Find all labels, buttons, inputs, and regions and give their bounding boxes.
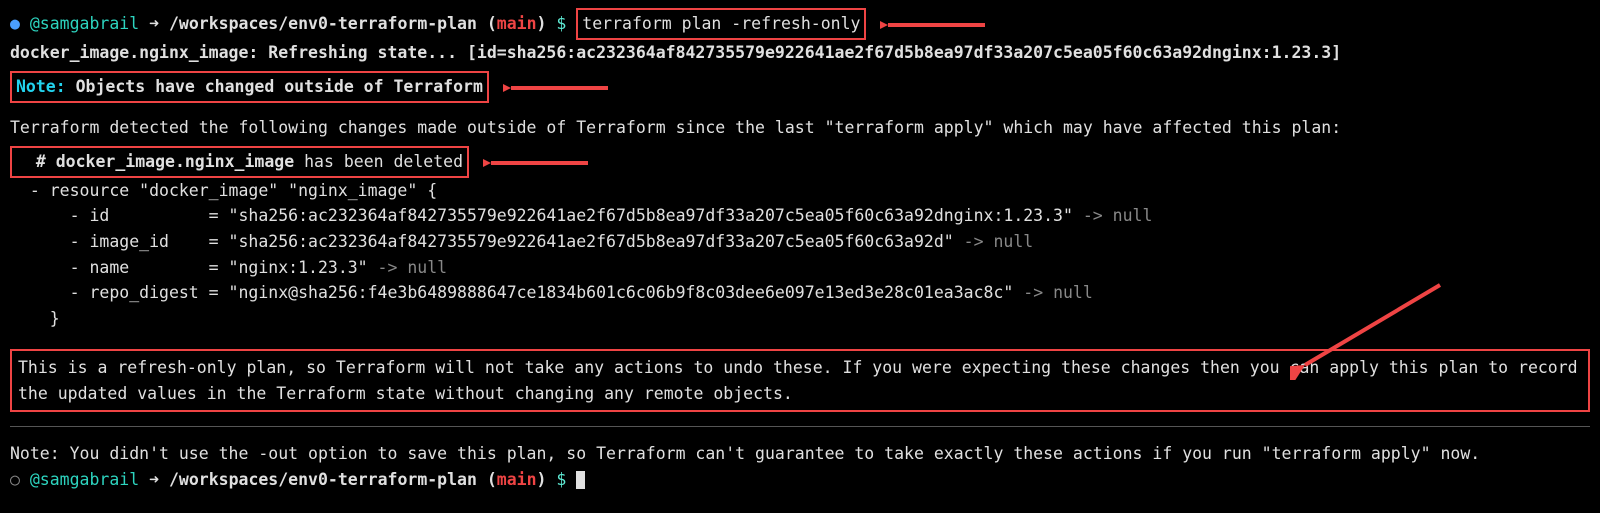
- refresh-state-line: docker_image.nginx_image: Refreshing sta…: [10, 40, 1590, 66]
- annotation-arrow-icon: [483, 153, 593, 173]
- terraform-command: terraform plan -refresh-only: [582, 14, 860, 33]
- deleted-resource-line: # docker_image.nginx_image has been dele…: [10, 146, 1590, 178]
- annotation-arrow-icon: [1290, 280, 1450, 380]
- command-highlight-box: terraform plan -refresh-only: [576, 8, 866, 40]
- deleted-suffix: has been deleted: [294, 152, 463, 171]
- divider: [10, 426, 1590, 427]
- deleted-highlight-box: # docker_image.nginx_image has been dele…: [10, 146, 469, 178]
- attr-id-line: - id = "sha256:ac232364af842735579e92264…: [10, 203, 1590, 229]
- status-bullet: ○: [10, 470, 20, 489]
- prompt-arrow-icon: ➜: [149, 14, 159, 33]
- note-text: Objects have changed outside of Terrafor…: [66, 77, 483, 96]
- prompt-line-2[interactable]: ○ @samgabrail ➜ /workspaces/env0-terrafo…: [10, 467, 1590, 493]
- deleted-resource-name: # docker_image.nginx_image: [16, 152, 294, 171]
- prompt-path: /workspaces/env0-terraform-plan: [169, 14, 477, 33]
- out-option-note: Note: You didn't use the -out option to …: [10, 441, 1590, 467]
- annotation-arrow-icon: [503, 78, 613, 98]
- note-prefix: Note:: [16, 77, 66, 96]
- attr-image-id-line: - image_id = "sha256:ac232364af842735579…: [10, 229, 1590, 255]
- branch-open: (: [487, 14, 497, 33]
- attr-name-line: - name = "nginx:1.23.3" -> null: [10, 255, 1590, 281]
- note-highlight-box: Note: Objects have changed outside of Te…: [10, 71, 489, 103]
- prompt-dollar: $: [556, 470, 566, 489]
- prompt-branch: main: [497, 470, 537, 489]
- branch-close: ): [537, 470, 547, 489]
- annotation-arrow-icon: [880, 15, 990, 35]
- prompt-branch: main: [497, 14, 537, 33]
- prompt-line-1[interactable]: ● @samgabrail ➜ /workspaces/env0-terrafo…: [10, 8, 1590, 40]
- branch-close: ): [537, 14, 547, 33]
- resource-open-line: - resource "docker_image" "nginx_image" …: [10, 178, 1590, 204]
- prompt-arrow-icon: ➜: [149, 470, 159, 489]
- prompt-username: @samgabrail: [30, 14, 139, 33]
- prompt-dollar: $: [556, 14, 566, 33]
- branch-open: (: [487, 470, 497, 489]
- status-bullet: ●: [10, 14, 20, 33]
- terminal-cursor: [576, 471, 585, 489]
- prompt-path: /workspaces/env0-terraform-plan: [169, 470, 477, 489]
- detected-changes-line: Terraform detected the following changes…: [10, 115, 1590, 141]
- prompt-username: @samgabrail: [30, 470, 139, 489]
- note-line: Note: Objects have changed outside of Te…: [10, 71, 1590, 103]
